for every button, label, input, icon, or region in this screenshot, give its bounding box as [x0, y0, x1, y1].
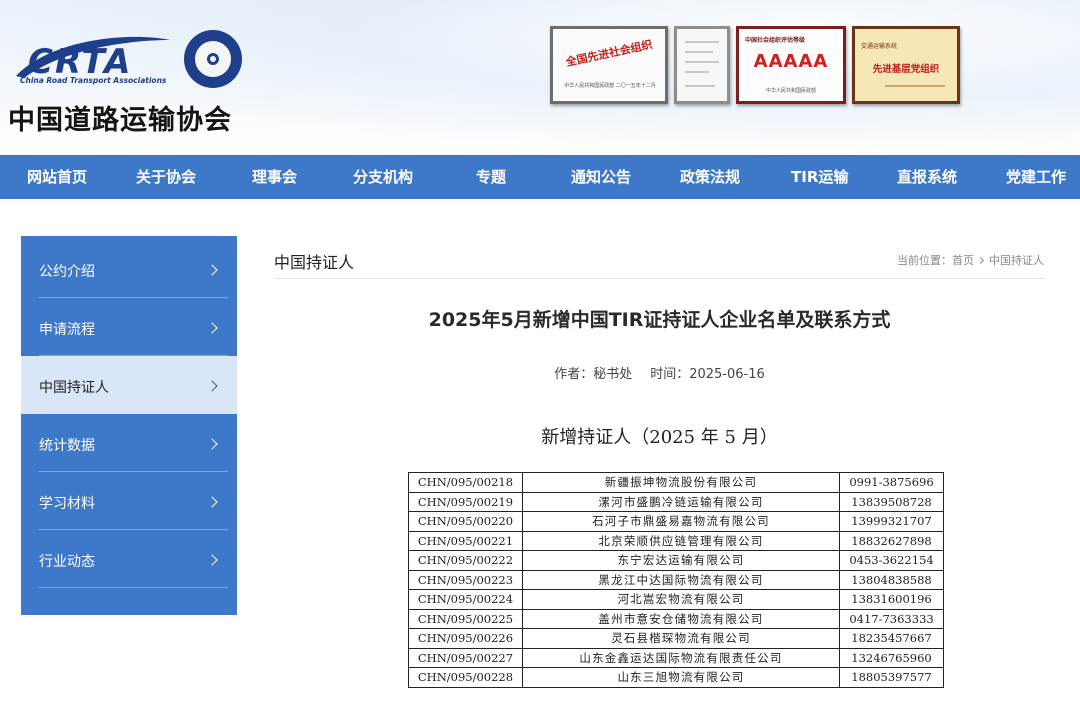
- sidebar-item-label: 申请流程: [39, 322, 95, 338]
- chevron-right-icon: [206, 496, 218, 508]
- holder-id-cell: CHN/095/00228: [408, 667, 523, 688]
- nav-branches[interactable]: 分支机构: [353, 155, 413, 199]
- holder-id-cell: CHN/095/00220: [408, 511, 523, 532]
- phone-cell: 18832627898: [839, 530, 944, 551]
- breadcrumb-prefix: 当前位置：: [897, 254, 952, 267]
- table-row: CHN/095/00226 灵石县楷琛物流有限公司 18235457667: [408, 628, 944, 649]
- phone-cell: 13246765960: [839, 647, 944, 668]
- phone-cell: 0417-7363333: [839, 608, 944, 629]
- site-logo[interactable]: CRTA China Road Transport Associations 中…: [6, 24, 256, 136]
- section-title: 中国持证人: [274, 253, 355, 272]
- breadcrumb: 当前位置：首页 中国持证人: [897, 252, 1044, 268]
- company-name-cell: 山东金鑫运达国际物流有限责任公司: [521, 647, 841, 668]
- table-row: CHN/095/00225 盖州市意安仓储物流有限公司 0417-7363333: [408, 608, 944, 629]
- table-row: CHN/095/00218 新疆振坤物流股份有限公司 0991-3875696: [408, 472, 944, 493]
- holders-table-body: CHN/095/00218 新疆振坤物流股份有限公司 0991-3875696 CHN…: [408, 472, 944, 688]
- chevron-right-icon: [206, 380, 218, 392]
- sidebar-item-label: 统计数据: [39, 438, 95, 454]
- sidebar-item-news[interactable]: 行业动态: [21, 530, 237, 588]
- table-row: CHN/095/00219 漯河市盛鹏冷链运输有限公司 13839508728: [408, 491, 944, 512]
- nav-notices[interactable]: 通知公告: [571, 155, 631, 199]
- table-row: CHN/095/00223 黑龙江中达国际物流有限公司 13804838588: [408, 569, 944, 590]
- table-row: CHN/095/00224 河北嵩宏物流有限公司 13831600196: [408, 589, 944, 610]
- company-name-cell: 盖州市意安仓储物流有限公司: [521, 608, 841, 629]
- divider: [274, 278, 1045, 279]
- article-time: 时间：2025-06-16: [650, 367, 765, 382]
- article-meta: 作者：秘书处 时间：2025-06-16: [274, 363, 1045, 382]
- holder-id-cell: CHN/095/00218: [408, 472, 523, 493]
- sidebar-item-label: 学习材料: [39, 496, 95, 512]
- company-name-cell: 山东三旭物流有限公司: [521, 667, 841, 688]
- company-name-cell: 漯河市盛鹏冷链运输有限公司: [521, 491, 841, 512]
- phone-cell: 13804838588: [839, 569, 944, 590]
- table-row: CHN/095/00228 山东三旭物流有限公司 18805397577: [408, 667, 944, 688]
- holder-id-cell: CHN/095/00222: [408, 550, 523, 571]
- holder-id-cell: CHN/095/00226: [408, 628, 523, 649]
- company-name-cell: 河北嵩宏物流有限公司: [521, 589, 841, 610]
- sidebar-item-convention[interactable]: 公约介绍: [21, 240, 237, 298]
- association-seal-icon: [184, 30, 242, 88]
- plaque-certificate: [674, 26, 730, 104]
- plaque-aaaaa: 中国社会组织评估等级 AAAAA 中华人民共和国民政部: [736, 26, 846, 104]
- table-row: CHN/095/00222 东宁宏达运输有限公司 0453-3622154: [408, 550, 944, 571]
- sidebar-item-statistics[interactable]: 统计数据: [21, 414, 237, 472]
- table-row: CHN/095/00220 石河子市鼎盛易嘉物流有限公司 13999321707: [408, 511, 944, 532]
- nav-topics[interactable]: 专题: [476, 155, 506, 199]
- holder-id-cell: CHN/095/00223: [408, 569, 523, 590]
- plaque-party-org: 交通运输系统 先进基层党组织: [852, 26, 960, 104]
- phone-cell: 0453-3622154: [839, 550, 944, 571]
- holder-id-cell: CHN/095/00225: [408, 608, 523, 629]
- chevron-right-icon: [206, 322, 218, 334]
- phone-cell: 18805397577: [839, 667, 944, 688]
- sidebar-item-holders[interactable]: 中国持证人: [21, 356, 237, 414]
- sidebar-item-process[interactable]: 申请流程: [21, 298, 237, 356]
- holder-id-cell: CHN/095/00224: [408, 589, 523, 610]
- logo-subtitle: China Road Transport Associations: [20, 76, 167, 85]
- nav-reporting[interactable]: 直报系统: [897, 155, 957, 199]
- phone-cell: 13999321707: [839, 511, 944, 532]
- phone-cell: 13839508728: [839, 491, 944, 512]
- holders-table: CHN/095/00218 新疆振坤物流股份有限公司 0991-3875696 CHN…: [408, 472, 944, 688]
- sidebar-item-label: 公约介绍: [39, 264, 95, 280]
- site-header: CRTA China Road Transport Associations 中…: [0, 0, 1080, 155]
- table-row: CHN/095/00221 北京荣顺供应链管理有限公司 18832627898: [408, 530, 944, 551]
- article-title: 2025年5月新增中国TIR证持证人企业名单及联系方式: [428, 309, 891, 331]
- article-subtitle: 新增持证人（2025 年 5 月）: [541, 427, 778, 448]
- phone-cell: 13831600196: [839, 589, 944, 610]
- nav-about[interactable]: 关于协会: [136, 155, 196, 199]
- sidebar-item-label: 中国持证人: [39, 380, 109, 396]
- sidebar-item-materials[interactable]: 学习材料: [21, 472, 237, 530]
- phone-cell: 0991-3875696: [839, 472, 944, 493]
- nav-council[interactable]: 理事会: [252, 155, 297, 199]
- nav-tir[interactable]: TIR运输: [791, 155, 848, 199]
- table-row: CHN/095/00227 山东金鑫运达国际物流有限责任公司 13246765960: [408, 647, 944, 668]
- chevron-right-icon: [206, 264, 218, 276]
- plaque-advanced-org: 全国先进社会组织 中华人民共和国民政部 二〇一五年十二月: [550, 26, 668, 104]
- company-name-cell: 灵石县楷琛物流有限公司: [521, 628, 841, 649]
- holder-id-cell: CHN/095/00219: [408, 491, 523, 512]
- chevron-right-icon: [976, 256, 985, 265]
- breadcrumb-home[interactable]: 首页: [952, 254, 974, 267]
- main-nav: 网站首页 关于协会 理事会 分支机构 专题 通知公告 政策法规 TIR运输 直报…: [0, 155, 1080, 199]
- company-name-cell: 黑龙江中达国际物流有限公司: [521, 569, 841, 590]
- holder-id-cell: CHN/095/00227: [408, 647, 523, 668]
- site-name: 中国道路运输协会: [8, 105, 232, 136]
- phone-cell: 18235457667: [839, 628, 944, 649]
- article-author: 作者：秘书处: [554, 367, 633, 382]
- sidebar: 公约介绍 申请流程 中国持证人 统计数据 学习材料 行业动态: [21, 236, 237, 615]
- breadcrumb-current[interactable]: 中国持证人: [989, 254, 1044, 267]
- company-name-cell: 东宁宏达运输有限公司: [521, 550, 841, 571]
- chevron-right-icon: [206, 438, 218, 450]
- nav-home[interactable]: 网站首页: [27, 155, 87, 199]
- company-name-cell: 石河子市鼎盛易嘉物流有限公司: [521, 511, 841, 532]
- company-name-cell: 新疆振坤物流股份有限公司: [521, 472, 841, 493]
- chevron-right-icon: [206, 554, 218, 566]
- nav-party[interactable]: 党建工作: [1006, 155, 1066, 199]
- sidebar-item-label: 行业动态: [39, 554, 95, 570]
- nav-policies[interactable]: 政策法规: [680, 155, 740, 199]
- holder-id-cell: CHN/095/00221: [408, 530, 523, 551]
- company-name-cell: 北京荣顺供应链管理有限公司: [521, 530, 841, 551]
